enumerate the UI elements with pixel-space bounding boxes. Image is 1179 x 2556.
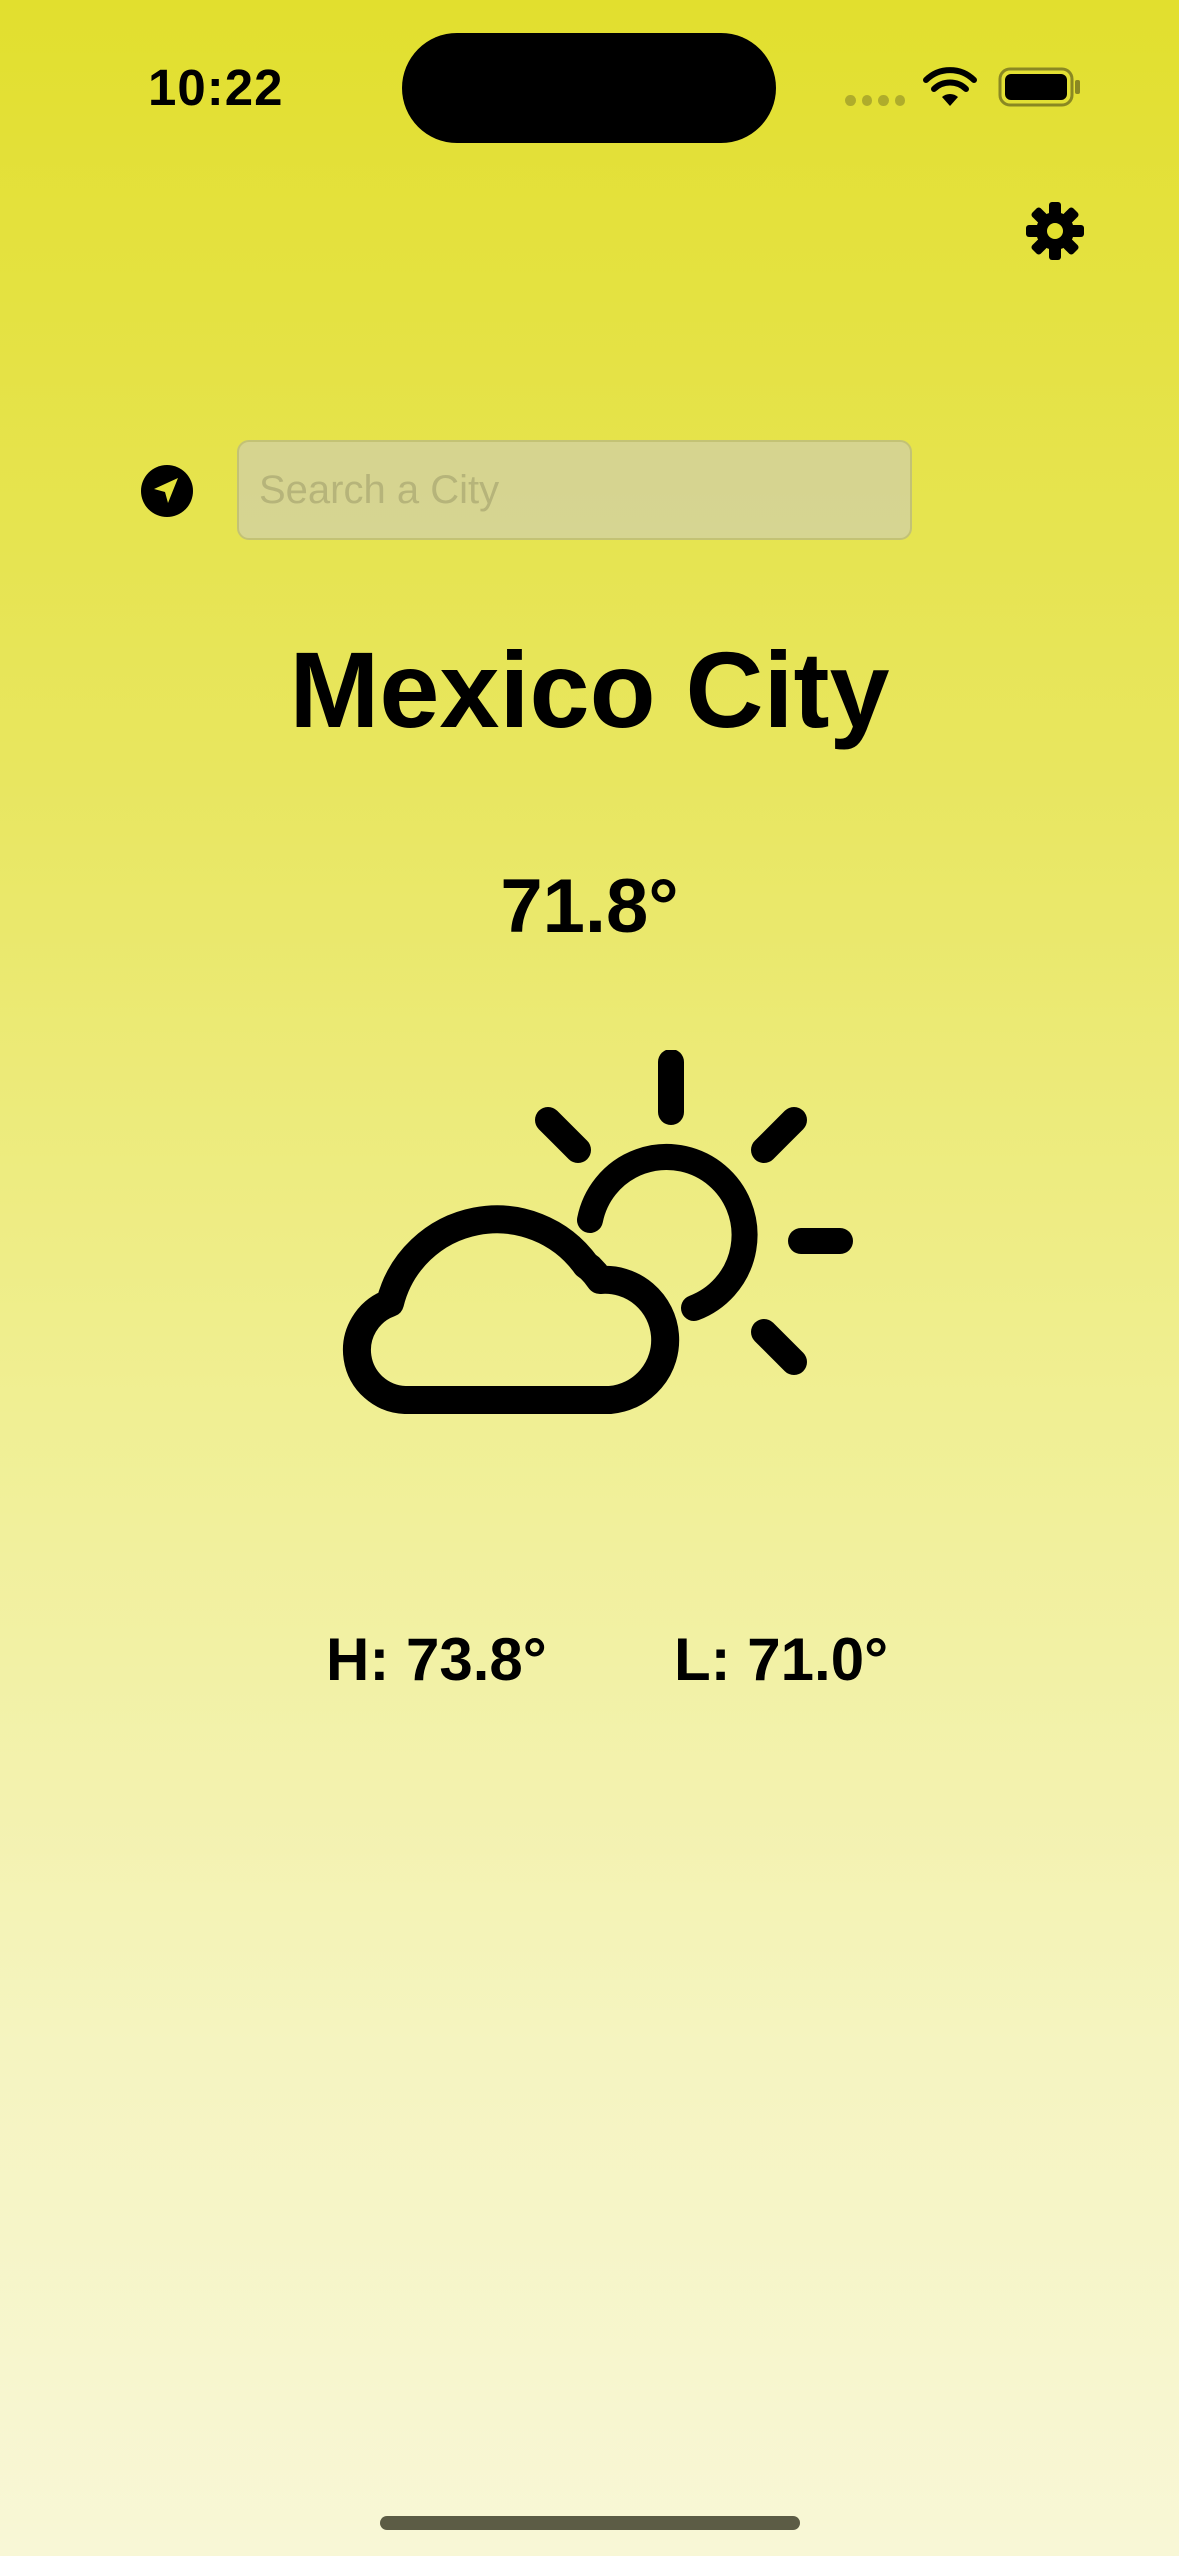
high-temperature: H: 73.8° [326, 1626, 547, 1693]
status-time: 10:22 [148, 59, 284, 116]
status-bar: 10:22 [0, 0, 1179, 170]
search-input[interactable] [237, 440, 912, 540]
current-temperature: 71.8° [500, 864, 679, 949]
gear-icon[interactable] [1022, 198, 1088, 264]
battery-icon [998, 67, 1080, 107]
dynamic-island [402, 33, 776, 143]
low-temperature: L: 71.0° [674, 1626, 889, 1693]
cloud-sun-icon [342, 1050, 853, 1414]
home-indicator[interactable] [380, 2516, 800, 2530]
city-name: Mexico City [289, 629, 890, 750]
cellular-signal-icon [845, 95, 905, 107]
wifi-icon [923, 67, 977, 106]
location-arrow-icon[interactable] [140, 464, 194, 518]
